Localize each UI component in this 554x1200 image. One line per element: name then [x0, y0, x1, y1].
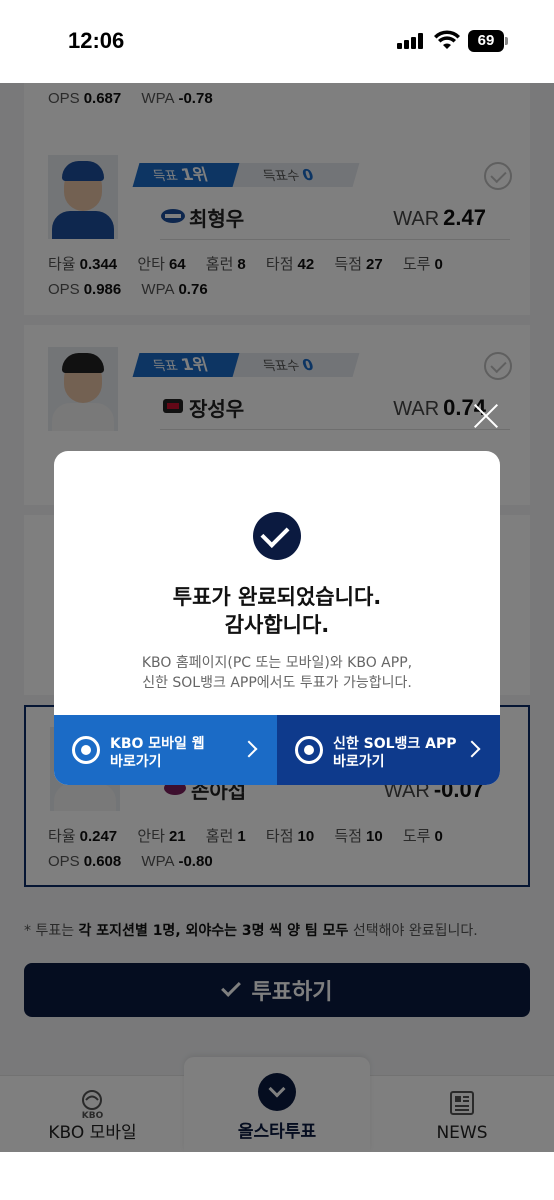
- kbo-button-line1: KBO 모바일 웹: [110, 736, 205, 752]
- dialog-desc-line1: KBO 홈페이지(PC 또는 모바일)와 KBO APP,: [141, 655, 413, 671]
- close-icon[interactable]: [472, 402, 500, 430]
- battery-level: 69: [468, 30, 504, 52]
- battery-icon: 69: [468, 30, 508, 52]
- sol-button-line2: 바로가기: [333, 754, 385, 770]
- chevron-right-icon: [463, 740, 481, 758]
- status-time: 12:06: [68, 28, 125, 53]
- success-check-icon: [253, 512, 301, 560]
- dialog-title-line2: 감사합니다.: [224, 613, 330, 637]
- dialog-title-line1: 투표가 완료되었습니다.: [172, 585, 382, 609]
- shinhan-sol-app-button[interactable]: 신한 SOL뱅크 APP 바로가기: [277, 715, 500, 785]
- home-indicator-area: [0, 1152, 554, 1200]
- vote-complete-dialog: 투표가 완료되었습니다. 감사합니다. KBO 홈페이지(PC 또는 모바일)와…: [54, 451, 500, 785]
- shinhan-logo-icon: [295, 736, 323, 764]
- chevron-right-icon: [240, 740, 258, 758]
- status-bar: 12:06 69: [0, 0, 554, 83]
- kbo-logo-icon: [72, 736, 100, 764]
- dialog-desc-line2: 신한 SOL뱅크 APP에서도 투표가 가능합니다.: [142, 675, 412, 691]
- cellular-signal-icon: [397, 33, 425, 49]
- kbo-mobile-web-button[interactable]: KBO 모바일 웹 바로가기: [54, 715, 277, 785]
- kbo-button-line2: 바로가기: [110, 754, 162, 770]
- wifi-icon: [434, 30, 460, 49]
- sol-button-line1: 신한 SOL뱅크 APP: [333, 736, 457, 752]
